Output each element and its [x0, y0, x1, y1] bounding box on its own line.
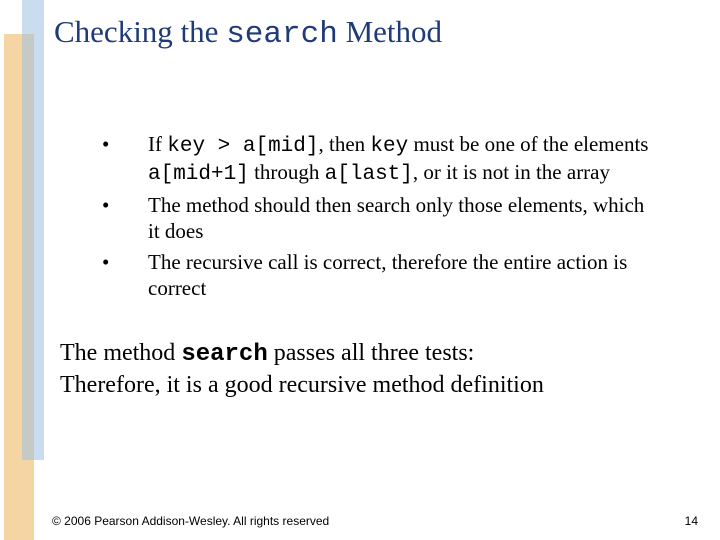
conclusion-code: search	[181, 341, 267, 368]
slide: Checking the search Method •If key > a[m…	[0, 0, 720, 540]
title-code: search	[226, 17, 338, 52]
text-span: through	[249, 160, 325, 184]
code-span: a[last]	[325, 163, 413, 186]
text-span: The method should then search only those…	[148, 193, 644, 243]
text-span: , or it is not in the array	[413, 160, 610, 184]
bullet-mark: •	[100, 193, 148, 244]
text-span: If	[148, 132, 167, 156]
bullet-mark: •	[100, 250, 148, 301]
title-post: Method	[338, 14, 442, 49]
bullet-item: •The recursive call is correct, therefor…	[100, 250, 660, 301]
bullet-list: •If key > a[mid], then key must be one o…	[100, 132, 660, 308]
code-span: a[mid+1]	[148, 163, 249, 186]
text-span: must be one of the elements	[408, 132, 648, 156]
title-pre: Checking the	[54, 14, 226, 49]
conclusion-line2: Therefore, it is a good recursive method…	[60, 370, 670, 400]
conclusion-post: passes all three tests:	[268, 340, 475, 366]
bullet-mark: •	[100, 132, 148, 187]
conclusion-line1: The method search passes all three tests…	[60, 338, 670, 370]
footer-page-number: 14	[685, 514, 698, 528]
conclusion-pre: The method	[60, 340, 181, 366]
left-art	[0, 0, 44, 540]
code-span: key > a[mid]	[167, 135, 318, 158]
text-span: The recursive call is correct, therefore…	[148, 250, 627, 300]
text-span: , then	[318, 132, 370, 156]
blue-band	[22, 0, 44, 460]
bullet-item: •The method should then search only thos…	[100, 193, 660, 244]
footer-copyright: © 2006 Pearson Addison-Wesley. All right…	[52, 514, 329, 528]
bullet-text: The recursive call is correct, therefore…	[148, 250, 660, 301]
conclusion: The method search passes all three tests…	[60, 338, 670, 400]
bullet-item: •If key > a[mid], then key must be one o…	[100, 132, 660, 187]
bullet-text: If key > a[mid], then key must be one of…	[148, 132, 660, 187]
code-span: key	[370, 135, 408, 158]
bullet-text: The method should then search only those…	[148, 193, 660, 244]
slide-title: Checking the search Method	[54, 14, 442, 52]
